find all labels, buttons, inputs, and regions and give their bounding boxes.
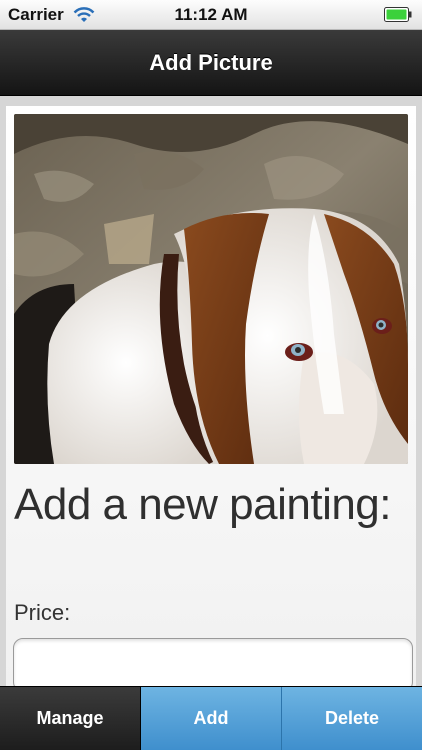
add-painting-card: Add a new painting: Price:: [6, 106, 416, 692]
tab-delete[interactable]: Delete: [282, 687, 422, 750]
tab-add[interactable]: Add: [141, 687, 282, 750]
navigation-bar: Add Picture: [0, 30, 422, 96]
status-bar: Carrier 11:12 AM: [0, 0, 422, 30]
page-title: Add Picture: [149, 50, 273, 75]
tab-manage[interactable]: Manage: [0, 687, 141, 750]
content-area: Add a new painting: Price:: [0, 96, 422, 692]
painting-photo[interactable]: [14, 114, 408, 464]
status-time: 11:12 AM: [174, 5, 248, 24]
battery-icon: [384, 7, 412, 22]
price-label: Price:: [14, 600, 71, 625]
price-input[interactable]: [13, 638, 413, 692]
tab-bar: Manage Add Delete: [0, 686, 422, 750]
add-painting-heading: Add a new painting:: [14, 480, 392, 529]
